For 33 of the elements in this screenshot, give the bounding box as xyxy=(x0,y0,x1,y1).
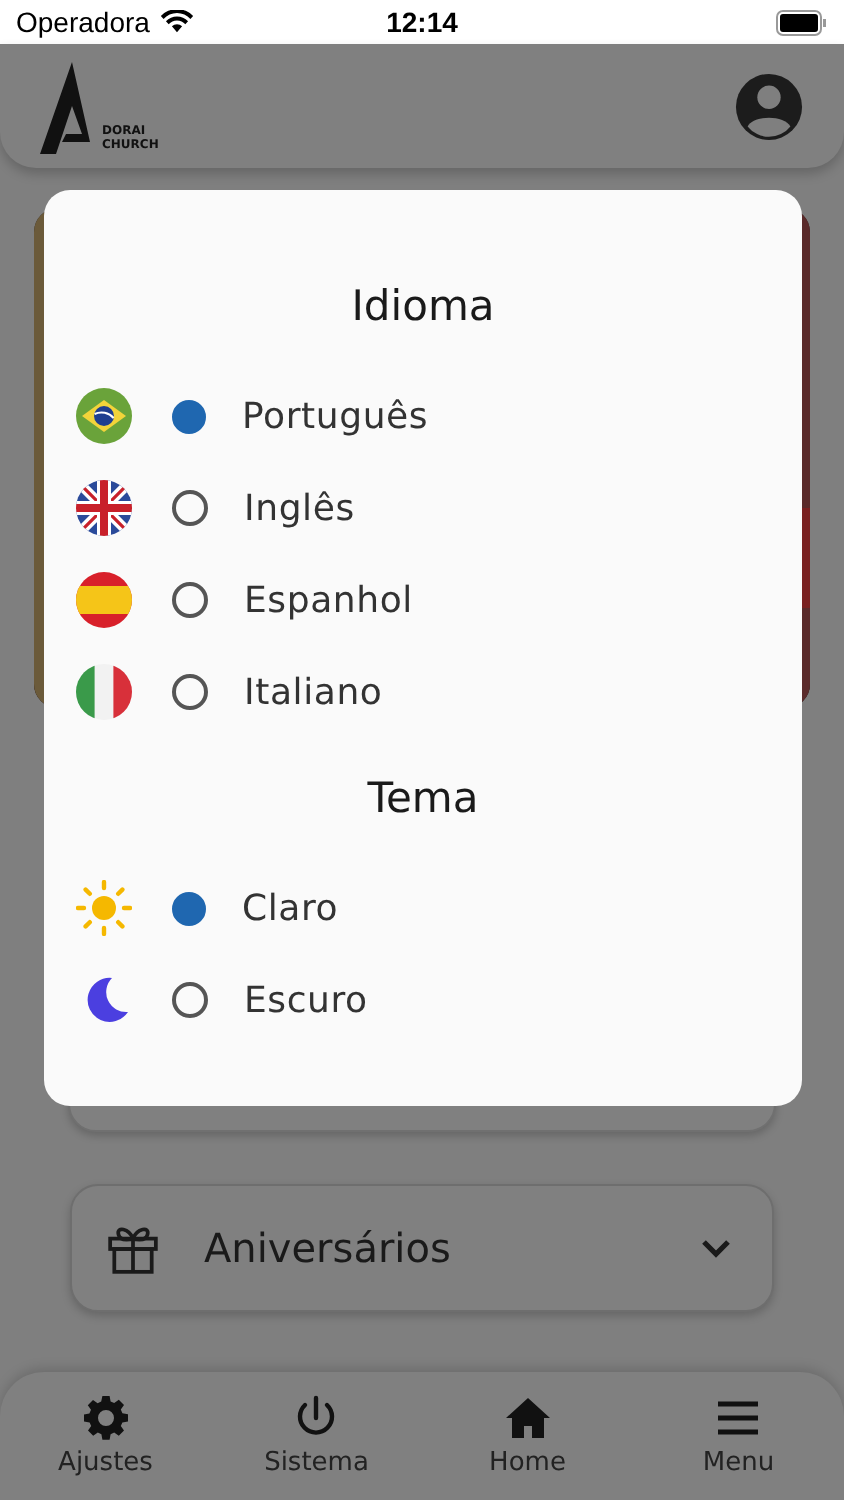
option-label[interactable]: Escuro xyxy=(244,979,368,1021)
option-label[interactable]: Inglês xyxy=(244,487,355,529)
option-label[interactable]: Claro xyxy=(242,887,339,929)
nav-tab[interactable]: Menu xyxy=(658,1394,819,1478)
profile-icon[interactable] xyxy=(734,71,804,141)
status-time: 12:14 xyxy=(386,6,458,38)
radio-button[interactable] xyxy=(172,582,208,618)
wifi-icon xyxy=(159,10,194,34)
brazil-flag-icon xyxy=(76,388,132,444)
nav-tab[interactable]: Home xyxy=(447,1394,608,1478)
section-title: Tema xyxy=(365,774,481,826)
spain-flag-icon xyxy=(76,572,132,628)
birthdays-card[interactable]: Aniversários xyxy=(70,1184,774,1312)
radio-button[interactable] xyxy=(172,674,208,710)
gear-icon xyxy=(81,1394,130,1442)
birthdays-label: Aniversários xyxy=(204,1224,453,1272)
uk-flag-icon xyxy=(76,480,132,536)
nav-tab[interactable]: Ajustes xyxy=(25,1394,186,1478)
radio-button[interactable] xyxy=(172,982,208,1018)
carrier-name: Operadora xyxy=(16,6,150,38)
radio-button[interactable] xyxy=(172,490,208,526)
gift-icon xyxy=(106,1221,160,1275)
battery-icon xyxy=(776,9,828,35)
radio-button[interactable] xyxy=(172,399,206,433)
sun-icon xyxy=(76,880,132,936)
home-icon xyxy=(503,1394,552,1442)
radio-button[interactable] xyxy=(172,891,206,925)
section-title: Idioma xyxy=(349,282,497,334)
option-label[interactable]: Espanhol xyxy=(244,579,413,621)
option-label[interactable]: Português xyxy=(242,395,429,437)
italy-flag-icon xyxy=(76,664,132,720)
option-label[interactable]: Italiano xyxy=(244,671,383,713)
nav-tab[interactable]: Sistema xyxy=(236,1394,397,1478)
